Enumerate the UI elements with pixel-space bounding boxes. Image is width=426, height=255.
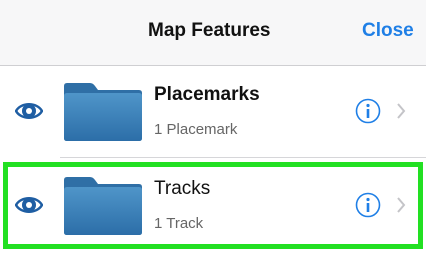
list-item-placemarks[interactable]: Placemarks 1 Placemark [0,66,426,158]
eye-icon[interactable] [15,97,43,125]
list-item-subtitle: 1 Placemark [154,121,238,138]
navigation-bar: Map Features Close [0,0,426,66]
list-item-title: Tracks [154,178,211,199]
page-title: Map Features [148,20,271,41]
list-item-title: Placemarks [154,84,260,105]
list-item-tracks[interactable]: Tracks 1 Track [0,160,426,252]
chevron-right-icon [397,103,406,119]
info-icon[interactable] [355,192,381,218]
chevron-right-icon [397,197,406,213]
row-separator [60,157,426,158]
info-icon[interactable] [355,98,381,124]
close-button[interactable]: Close [362,20,414,42]
map-features-screen: Map Features Close Placemarks 1 Placemar… [0,0,426,255]
folder-icon [64,83,142,141]
eye-icon[interactable] [15,191,43,219]
list-item-subtitle: 1 Track [154,215,204,232]
folder-icon [64,177,142,235]
